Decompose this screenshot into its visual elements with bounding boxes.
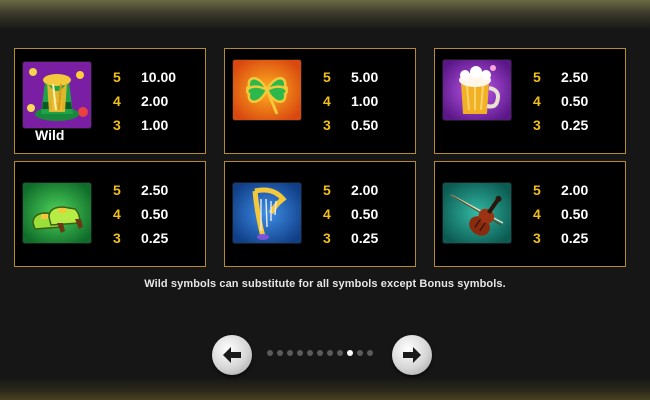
pay-count: 3 [113, 117, 121, 133]
pay-value: 0.50 [141, 206, 169, 222]
harp-icon [233, 183, 301, 243]
page-dot[interactable] [327, 350, 333, 356]
arrow-left-icon [223, 347, 241, 363]
pay-row: 5 5.00 [323, 69, 413, 89]
page-dot[interactable] [287, 350, 293, 356]
page-indicator [267, 350, 383, 358]
pay-value: 0.25 [351, 230, 379, 246]
pay-count: 3 [323, 230, 331, 246]
pay-row: 4 0.50 [113, 206, 203, 226]
paytable-card-harp: 5 2.00 4 0.50 3 0.25 [224, 161, 416, 267]
pay-row: 3 0.25 [533, 117, 623, 137]
pay-value: 1.00 [141, 117, 169, 133]
wild-label: Wild [35, 127, 65, 143]
page-dot[interactable] [307, 350, 313, 356]
pay-row: 4 0.50 [533, 206, 623, 226]
pay-count: 5 [113, 182, 121, 198]
paytable-card-clover: 5 5.00 4 1.00 3 0.50 [224, 48, 416, 154]
prev-page-button[interactable] [212, 335, 252, 375]
beer-mug-icon [443, 60, 511, 120]
pay-count: 5 [323, 182, 331, 198]
pay-row: 3 0.25 [533, 230, 623, 250]
violin-icon [443, 183, 511, 243]
pay-value: 0.50 [561, 93, 589, 109]
pay-count: 3 [533, 117, 541, 133]
pay-row: 5 10.00 [113, 69, 203, 89]
pay-row: 3 0.50 [323, 117, 413, 137]
pay-value: 2.00 [561, 182, 589, 198]
paytable-card-violin: 5 2.00 4 0.50 3 0.25 [434, 161, 626, 267]
page-dot[interactable] [357, 350, 363, 356]
pay-count: 4 [533, 206, 541, 222]
pay-row: 4 0.50 [323, 206, 413, 226]
paytable-card-shoes: 5 2.50 4 0.50 3 0.25 [14, 161, 206, 267]
page-dot[interactable] [267, 350, 273, 356]
pay-value: 0.25 [561, 117, 589, 133]
pay-count: 3 [323, 117, 331, 133]
pay-value: 2.00 [351, 182, 379, 198]
page-dot[interactable] [367, 350, 373, 356]
pay-value: 5.00 [351, 69, 379, 85]
background-bottom [0, 378, 650, 400]
page-dot[interactable] [337, 350, 343, 356]
page-dot[interactable] [277, 350, 283, 356]
pay-count: 5 [323, 69, 331, 85]
pay-count: 5 [533, 69, 541, 85]
pay-count: 4 [533, 93, 541, 109]
pay-value: 0.25 [141, 230, 169, 246]
page-dot[interactable] [297, 350, 303, 356]
pay-row: 5 2.50 [113, 182, 203, 202]
pay-row: 4 2.00 [113, 93, 203, 113]
background-top [0, 0, 650, 30]
pay-value: 2.00 [141, 93, 169, 109]
arrow-right-icon [403, 347, 421, 363]
pay-row: 3 0.25 [113, 230, 203, 250]
wild-substitution-note: Wild symbols can substitute for all symb… [144, 278, 506, 290]
pay-count: 4 [323, 93, 331, 109]
pay-value: 2.50 [141, 182, 169, 198]
pay-row: 3 1.00 [113, 117, 203, 137]
wild-hat-icon [23, 62, 91, 128]
pay-count: 3 [533, 230, 541, 246]
clover-icon [233, 60, 301, 120]
pay-count: 4 [323, 206, 331, 222]
pay-row: 3 0.25 [323, 230, 413, 250]
pay-count: 4 [113, 206, 121, 222]
pay-row: 4 0.50 [533, 93, 623, 113]
pay-row: 5 2.00 [533, 182, 623, 202]
next-page-button[interactable] [392, 335, 432, 375]
pay-value: 1.00 [351, 93, 379, 109]
pay-value: 0.50 [351, 117, 379, 133]
pay-value: 0.25 [561, 230, 589, 246]
pay-value: 0.50 [561, 206, 589, 222]
shoes-icon [23, 183, 91, 243]
page-dot[interactable] [317, 350, 323, 356]
paytable-card-beer: 5 2.50 4 0.50 3 0.25 [434, 48, 626, 154]
paytable-card-wild: Wild 5 10.00 4 2.00 3 1.00 [14, 48, 206, 154]
pay-row: 4 1.00 [323, 93, 413, 113]
pay-value: 0.50 [351, 206, 379, 222]
pay-count: 5 [533, 182, 541, 198]
pay-count: 4 [113, 93, 121, 109]
pay-value: 2.50 [561, 69, 589, 85]
pay-value: 10.00 [141, 69, 177, 85]
pay-row: 5 2.00 [323, 182, 413, 202]
page-dot-active[interactable] [347, 350, 353, 356]
pay-count: 5 [113, 69, 121, 85]
pay-row: 5 2.50 [533, 69, 623, 89]
pay-count: 3 [113, 230, 121, 246]
